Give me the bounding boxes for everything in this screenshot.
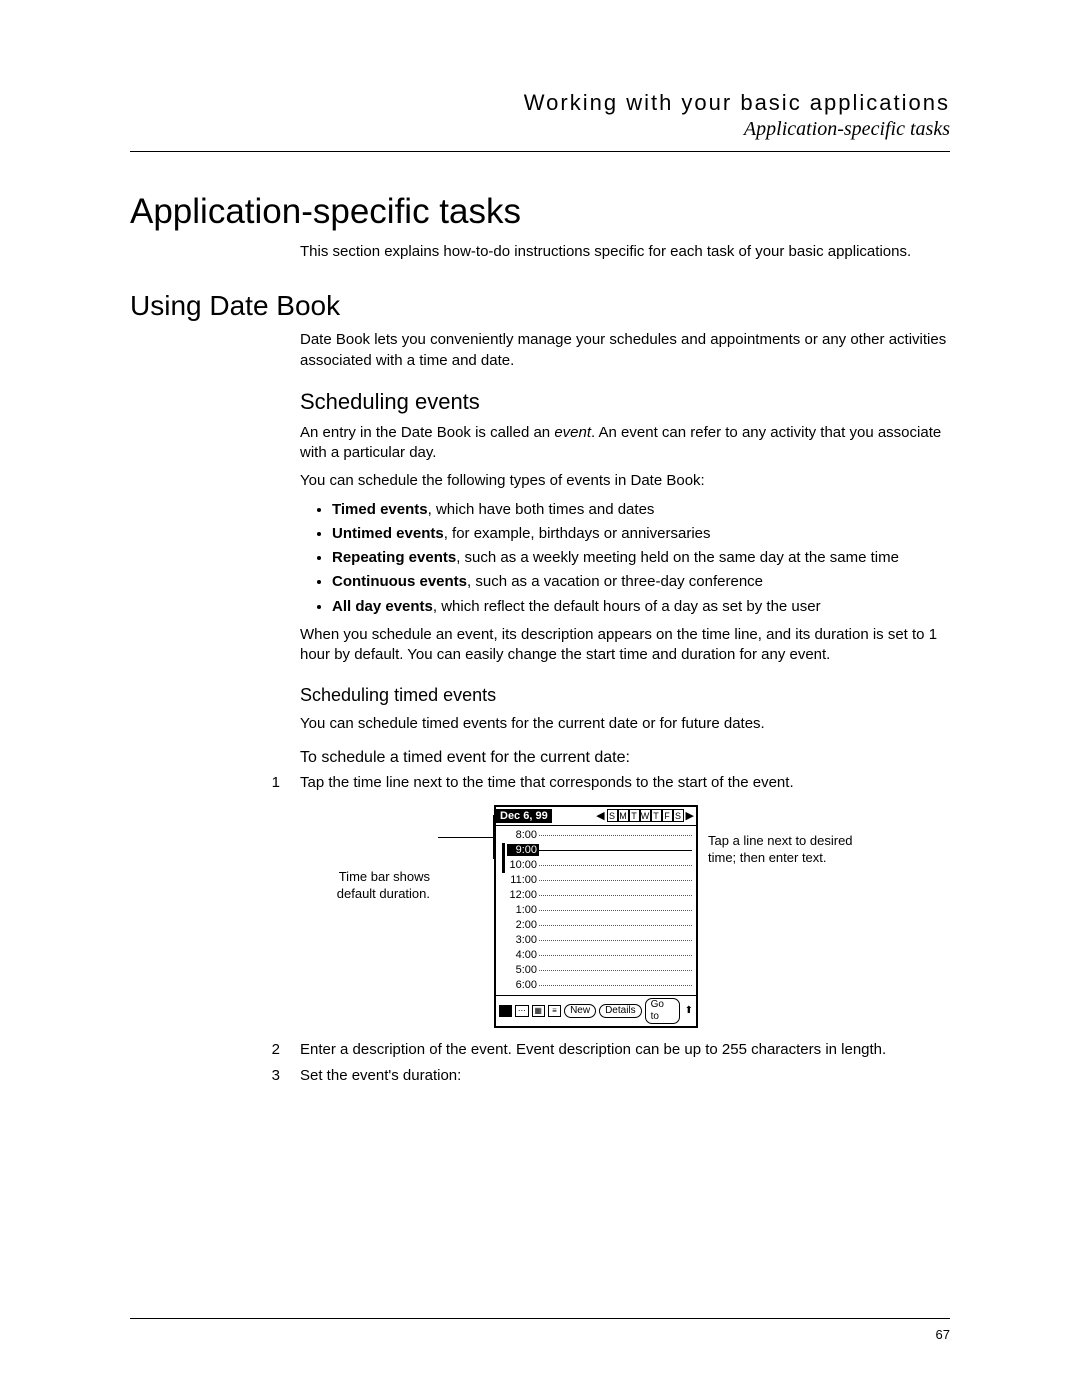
callout-line-left bbox=[438, 837, 494, 838]
event-types-list: Timed events, which have both times and … bbox=[300, 500, 950, 617]
time-row[interactable]: 12:00 bbox=[502, 888, 692, 903]
time-row[interactable]: 3:00 bbox=[502, 933, 692, 948]
step-row: 3 Set the event's duration: bbox=[130, 1066, 950, 1086]
time-row[interactable]: 4:00 bbox=[502, 948, 692, 963]
device-date: Dec 6, 99 bbox=[496, 809, 552, 823]
bullet-rest: , for example, birthdays or anniversarie… bbox=[444, 525, 711, 542]
list-item: All day events, which reflect the defaul… bbox=[332, 597, 950, 617]
time-row[interactable]: 8:00 bbox=[502, 828, 692, 843]
step-number: 3 bbox=[130, 1066, 300, 1086]
sched-paragraph-3: When you schedule an event, its descript… bbox=[300, 625, 950, 666]
day-cell[interactable]: T bbox=[651, 809, 662, 822]
step-text: Enter a description of the event. Event … bbox=[300, 1040, 950, 1060]
next-arrow-icon[interactable]: ▶ bbox=[684, 809, 696, 822]
page-header: Working with your basic applications App… bbox=[130, 90, 950, 141]
time-row[interactable]: 5:00 bbox=[502, 963, 692, 978]
timed-paragraph-1: You can schedule timed events for the cu… bbox=[300, 714, 950, 734]
sched-paragraph-1: An entry in the Date Book is called an e… bbox=[300, 423, 950, 464]
time-row[interactable]: 10:00 bbox=[502, 858, 692, 873]
step-text: Set the event's duration: bbox=[300, 1066, 950, 1086]
list-item: Timed events, which have both times and … bbox=[332, 500, 950, 520]
page-footer: 67 bbox=[130, 1310, 950, 1342]
heading-4-timed: Scheduling timed events bbox=[300, 685, 950, 706]
datebook-device: Dec 6, 99 ◀ S M T W T F S ▶ 8:00 9:00 10… bbox=[494, 805, 698, 1028]
time-row[interactable]: 2:00 bbox=[502, 918, 692, 933]
device-footer: ⋯ ▦ ≡ New Details Go to ⬆ bbox=[496, 995, 696, 1026]
heading-1: Application-specific tasks bbox=[130, 192, 950, 232]
step-row: 2 Enter a description of the event. Even… bbox=[130, 1040, 950, 1060]
header-rule bbox=[130, 151, 950, 152]
intro-paragraph: This section explains how-to-do instruct… bbox=[300, 242, 950, 262]
heading-2: Using Date Book bbox=[130, 290, 950, 322]
bullet-rest: , such as a vacation or three-day confer… bbox=[467, 573, 763, 590]
sched-p1-em: event bbox=[554, 424, 591, 441]
day-cell[interactable]: W bbox=[640, 809, 651, 822]
header-subtitle: Application-specific tasks bbox=[130, 118, 950, 141]
device-body: 8:00 9:00 10:00 11:00 12:00 1:00 2:00 3:… bbox=[496, 826, 696, 995]
heading-3-scheduling: Scheduling events bbox=[300, 389, 950, 415]
footer-rule bbox=[130, 1318, 950, 1319]
step-number: 1 bbox=[130, 773, 300, 793]
bullet-bold: Continuous events bbox=[332, 573, 467, 590]
bullet-rest: , which have both times and dates bbox=[428, 501, 655, 518]
day-cell[interactable]: M bbox=[618, 809, 629, 822]
header-title: Working with your basic applications bbox=[130, 90, 950, 116]
bullet-bold: Repeating events bbox=[332, 549, 456, 566]
bullet-bold: Timed events bbox=[332, 501, 428, 518]
day-cell[interactable]: F bbox=[662, 809, 673, 822]
new-button[interactable]: New bbox=[564, 1004, 596, 1018]
bullet-rest: , which reflect the default hours of a d… bbox=[433, 598, 821, 615]
day-cell[interactable]: T bbox=[629, 809, 640, 822]
view-agenda-icon[interactable]: ≡ bbox=[548, 1005, 561, 1017]
figure-left-callout: Time bar shows default duration. bbox=[300, 869, 438, 903]
figure-right-callout: Tap a line next to desired time; then en… bbox=[698, 833, 878, 867]
time-row[interactable]: 1:00 bbox=[502, 903, 692, 918]
bullet-rest: , such as a weekly meeting held on the s… bbox=[456, 549, 899, 566]
page-number: 67 bbox=[130, 1327, 950, 1342]
goto-button[interactable]: Go to bbox=[645, 998, 680, 1024]
list-item: Untimed events, for example, birthdays o… bbox=[332, 524, 950, 544]
list-item: Continuous events, such as a vacation or… bbox=[332, 572, 950, 592]
time-row-selected[interactable]: 9:00 bbox=[502, 843, 692, 858]
sched-p1-a: An entry in the Date Book is called an bbox=[300, 424, 554, 441]
day-cell[interactable]: S bbox=[607, 809, 618, 822]
bullet-bold: All day events bbox=[332, 598, 433, 615]
step-number: 2 bbox=[130, 1040, 300, 1060]
view-month-icon[interactable]: ▦ bbox=[532, 1005, 545, 1017]
datebook-figure: Time bar shows default duration. Dec 6, … bbox=[300, 805, 950, 1028]
lead-current-date: To schedule a timed event for the curren… bbox=[300, 749, 950, 767]
view-day-icon[interactable] bbox=[499, 1005, 512, 1017]
scroll-up-icon[interactable]: ⬆ bbox=[685, 1005, 693, 1016]
prev-arrow-icon[interactable]: ◀ bbox=[594, 809, 606, 822]
list-item: Repeating events, such as a weekly meeti… bbox=[332, 548, 950, 568]
bullet-bold: Untimed events bbox=[332, 525, 444, 542]
day-cell[interactable]: S bbox=[673, 809, 684, 822]
step-text: Tap the time line next to the time that … bbox=[300, 773, 950, 793]
view-week-icon[interactable]: ⋯ bbox=[515, 1005, 528, 1017]
datebook-intro: Date Book lets you conveniently manage y… bbox=[300, 330, 950, 371]
time-row[interactable]: 6:00 bbox=[502, 978, 692, 993]
sched-paragraph-2: You can schedule the following types of … bbox=[300, 471, 950, 491]
details-button[interactable]: Details bbox=[599, 1004, 642, 1018]
step-row: 1 Tap the time line next to the time tha… bbox=[130, 773, 950, 793]
device-titlebar: Dec 6, 99 ◀ S M T W T F S ▶ bbox=[496, 807, 696, 826]
time-row[interactable]: 11:00 bbox=[502, 873, 692, 888]
